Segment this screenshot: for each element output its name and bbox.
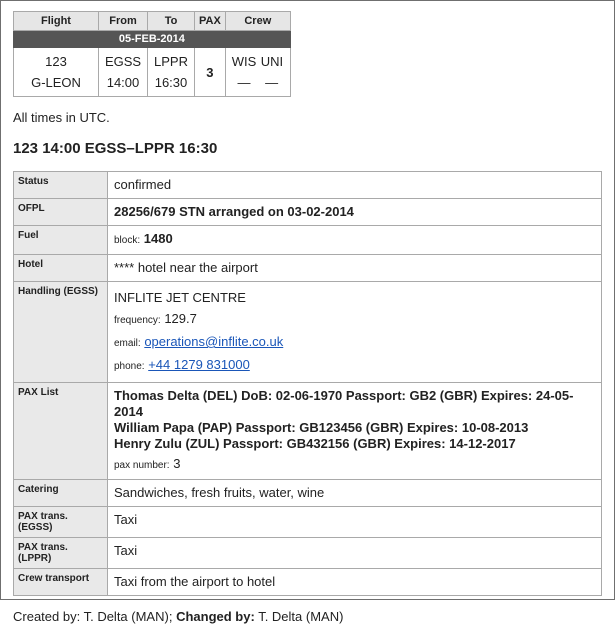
crew-code: UNI [260, 54, 284, 69]
fuel-label: Fuel [13, 225, 108, 255]
pax-number-label: pax number: [114, 460, 170, 471]
created-by: T. Delta (MAN); [83, 609, 173, 624]
status-value: confirmed [107, 171, 602, 199]
catering-value: Sandwiches, fresh fruits, water, wine [107, 479, 602, 507]
handling-label: Handling (EGSS) [13, 281, 108, 383]
email-link[interactable]: operations@inflite.co.uk [144, 334, 283, 349]
phone-line: phone: +44 1279 831000 [114, 354, 595, 377]
flight-brief: Flight From To PAX Crew 05-FEB-2014 123 … [13, 11, 602, 624]
flight-number: 123 [45, 54, 67, 69]
to-airport: LPPR [154, 54, 188, 69]
crew-role: — [265, 75, 279, 90]
pax-list-label: PAX List [13, 382, 108, 480]
detail-row-fuel: Fuel block: 1480 [13, 225, 602, 255]
from-cell: EGSS 14:00 [98, 47, 148, 97]
leg-details-table: Status confirmed OFPL 28256/679 STN arra… [13, 171, 602, 596]
leg-heading: 123 14:00 EGSS–LPPR 16:30 [13, 140, 218, 157]
pax-number-line: pax number: 3 [114, 456, 595, 474]
detail-row-hotel: Hotel **** hotel near the airport [13, 254, 602, 282]
email-label: email: [114, 338, 141, 349]
col-from: From [98, 11, 148, 31]
date-band: 05-FEB-2014 [13, 30, 291, 48]
to-time: 16:30 [154, 75, 188, 90]
pax-list-cell: Thomas Delta (DEL) DoB: 02-06-1970 Passp… [107, 382, 602, 480]
crew-transport-value: Taxi from the airport to hotel [107, 568, 602, 596]
pax-trans-lppr-value: Taxi [107, 537, 602, 569]
handler-name: INFLITE JET CENTRE [114, 290, 246, 305]
phone-link[interactable]: +44 1279 831000 [148, 357, 250, 372]
list-item: William Papa (PAP) Passport: GB123456 (G… [114, 420, 529, 435]
email-line: email: operations@inflite.co.uk [114, 331, 595, 354]
phone-label: phone: [114, 361, 145, 372]
col-flight: Flight [13, 11, 99, 31]
utc-note: All times in UTC. [13, 110, 110, 125]
fuel-value: 1480 [143, 231, 173, 246]
status-label: Status [13, 171, 108, 199]
list-item: Henry Zulu (ZUL) Passport: GB432156 (GBR… [114, 436, 516, 451]
from-time: 14:00 [106, 75, 140, 90]
changed-label: Changed by: [176, 609, 255, 624]
col-to: To [147, 11, 195, 31]
from-airport: EGSS [104, 54, 142, 69]
frequency-line: frequency: 129.7 [114, 308, 595, 331]
flight-summary-table: Flight From To PAX Crew 05-FEB-2014 123 … [13, 11, 291, 97]
list-item: Thomas Delta (DEL) DoB: 02-06-1970 Passp… [114, 388, 574, 419]
fuel-prefix: block: [114, 235, 141, 246]
ofpl-label: OFPL [13, 198, 108, 226]
to-cell: LPPR 16:30 [147, 47, 195, 97]
detail-row-pax-trans-egss: PAX trans. (EGSS) Taxi [13, 506, 602, 538]
detail-row-ofpl: OFPL 28256/679 STN arranged on 03-02-201… [13, 198, 602, 226]
pax-count: 3 [194, 47, 226, 97]
aircraft-registration: G-LEON [31, 75, 81, 90]
pax-trans-lppr-label: PAX trans. (LPPR) [13, 537, 108, 569]
frequency-value: 129.7 [164, 311, 197, 326]
pax-trans-egss-label: PAX trans. (EGSS) [13, 506, 108, 538]
detail-row-pax-list: PAX List Thomas Delta (DEL) DoB: 02-06-1… [13, 382, 602, 480]
detail-row-crew-transport: Crew transport Taxi from the airport to … [13, 568, 602, 596]
handling-cell: INFLITE JET CENTRE frequency: 129.7 emai… [107, 281, 602, 383]
created-label: Created by: [13, 609, 81, 624]
crew-role: — [237, 75, 251, 90]
detail-row-pax-trans-lppr: PAX trans. (LPPR) Taxi [13, 537, 602, 569]
frequency-label: frequency: [114, 315, 161, 326]
fuel-cell: block: 1480 [107, 225, 602, 255]
col-pax: PAX [194, 11, 226, 31]
col-crew: Crew [224, 11, 291, 31]
crew-cell: WIS UNI — — [224, 47, 291, 97]
detail-row-catering: Catering Sandwiches, fresh fruits, water… [13, 479, 602, 507]
audit-footer: Created by: T. Delta (MAN); Changed by: … [13, 609, 602, 624]
detail-row-handling: Handling (EGSS) INFLITE JET CENTRE frequ… [13, 281, 602, 383]
crew-transport-label: Crew transport [13, 568, 108, 596]
ofpl-value: 28256/679 STN arranged on 03-02-2014 [107, 198, 602, 226]
flight-cell: 123 G-LEON [13, 47, 99, 97]
detail-row-status: Status confirmed [13, 171, 602, 199]
changed-by: T. Delta (MAN) [258, 609, 344, 624]
hotel-value: **** hotel near the airport [107, 254, 602, 282]
pax-number-value: 3 [173, 456, 181, 471]
table-row[interactable]: 123 G-LEON EGSS 14:00 LPPR 16:30 3 WIS U… [13, 47, 291, 97]
crew-code: WIS [231, 54, 257, 69]
catering-label: Catering [13, 479, 108, 507]
hotel-label: Hotel [13, 254, 108, 282]
pax-trans-egss-value: Taxi [107, 506, 602, 538]
